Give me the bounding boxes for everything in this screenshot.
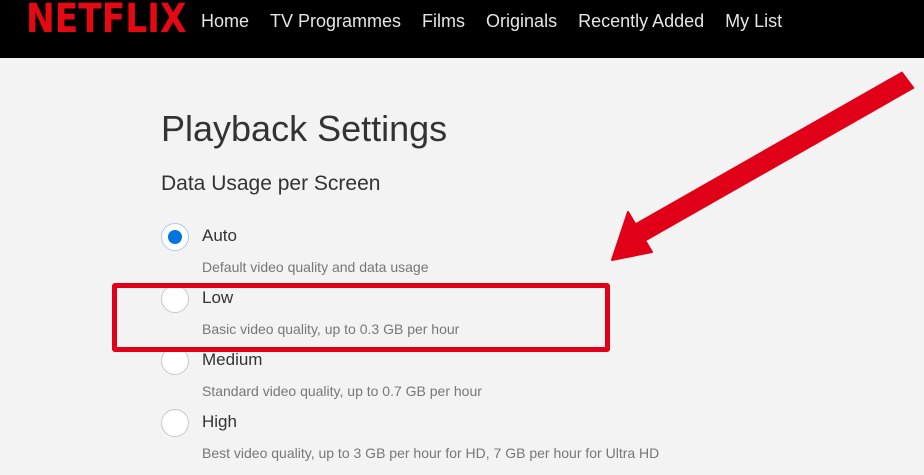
netflix-logo[interactable]: NETFLIX: [26, 0, 186, 42]
nav-recently-added[interactable]: Recently Added: [578, 11, 704, 32]
radio-low[interactable]: [161, 285, 189, 313]
option-low[interactable]: Low Basic video quality, up to 0.3 GB pe…: [161, 285, 761, 343]
option-label: Auto: [202, 226, 237, 245]
section-heading: Data Usage per Screen: [161, 172, 381, 195]
nav-originals[interactable]: Originals: [486, 11, 557, 32]
nav-home[interactable]: Home: [201, 11, 249, 32]
option-high[interactable]: High Best video quality, up to 3 GB per …: [161, 409, 761, 467]
option-description: Standard video quality, up to 0.7 GB per…: [202, 383, 482, 399]
option-medium[interactable]: Medium Standard video quality, up to 0.7…: [161, 347, 761, 405]
option-label: High: [202, 412, 237, 431]
radio-high[interactable]: [161, 409, 189, 437]
option-description: Basic video quality, up to 0.3 GB per ho…: [202, 321, 460, 337]
option-label: Medium: [202, 350, 263, 369]
nav-films[interactable]: Films: [422, 11, 465, 32]
main-nav: Home TV Programmes Films Originals Recen…: [201, 0, 782, 42]
radio-auto[interactable]: [161, 223, 189, 251]
page-title: Playback Settings: [161, 108, 448, 149]
option-description: Default video quality and data usage: [202, 259, 429, 275]
option-auto[interactable]: Auto Default video quality and data usag…: [161, 223, 761, 281]
nav-my-list[interactable]: My List: [725, 11, 782, 32]
top-navigation-bar: NETFLIX Home TV Programmes Films Origina…: [0, 0, 924, 58]
option-description: Best video quality, up to 3 GB per hour …: [202, 445, 660, 461]
nav-tv-programmes[interactable]: TV Programmes: [270, 11, 401, 32]
option-label: Low: [202, 288, 234, 307]
radio-medium[interactable]: [161, 347, 189, 375]
